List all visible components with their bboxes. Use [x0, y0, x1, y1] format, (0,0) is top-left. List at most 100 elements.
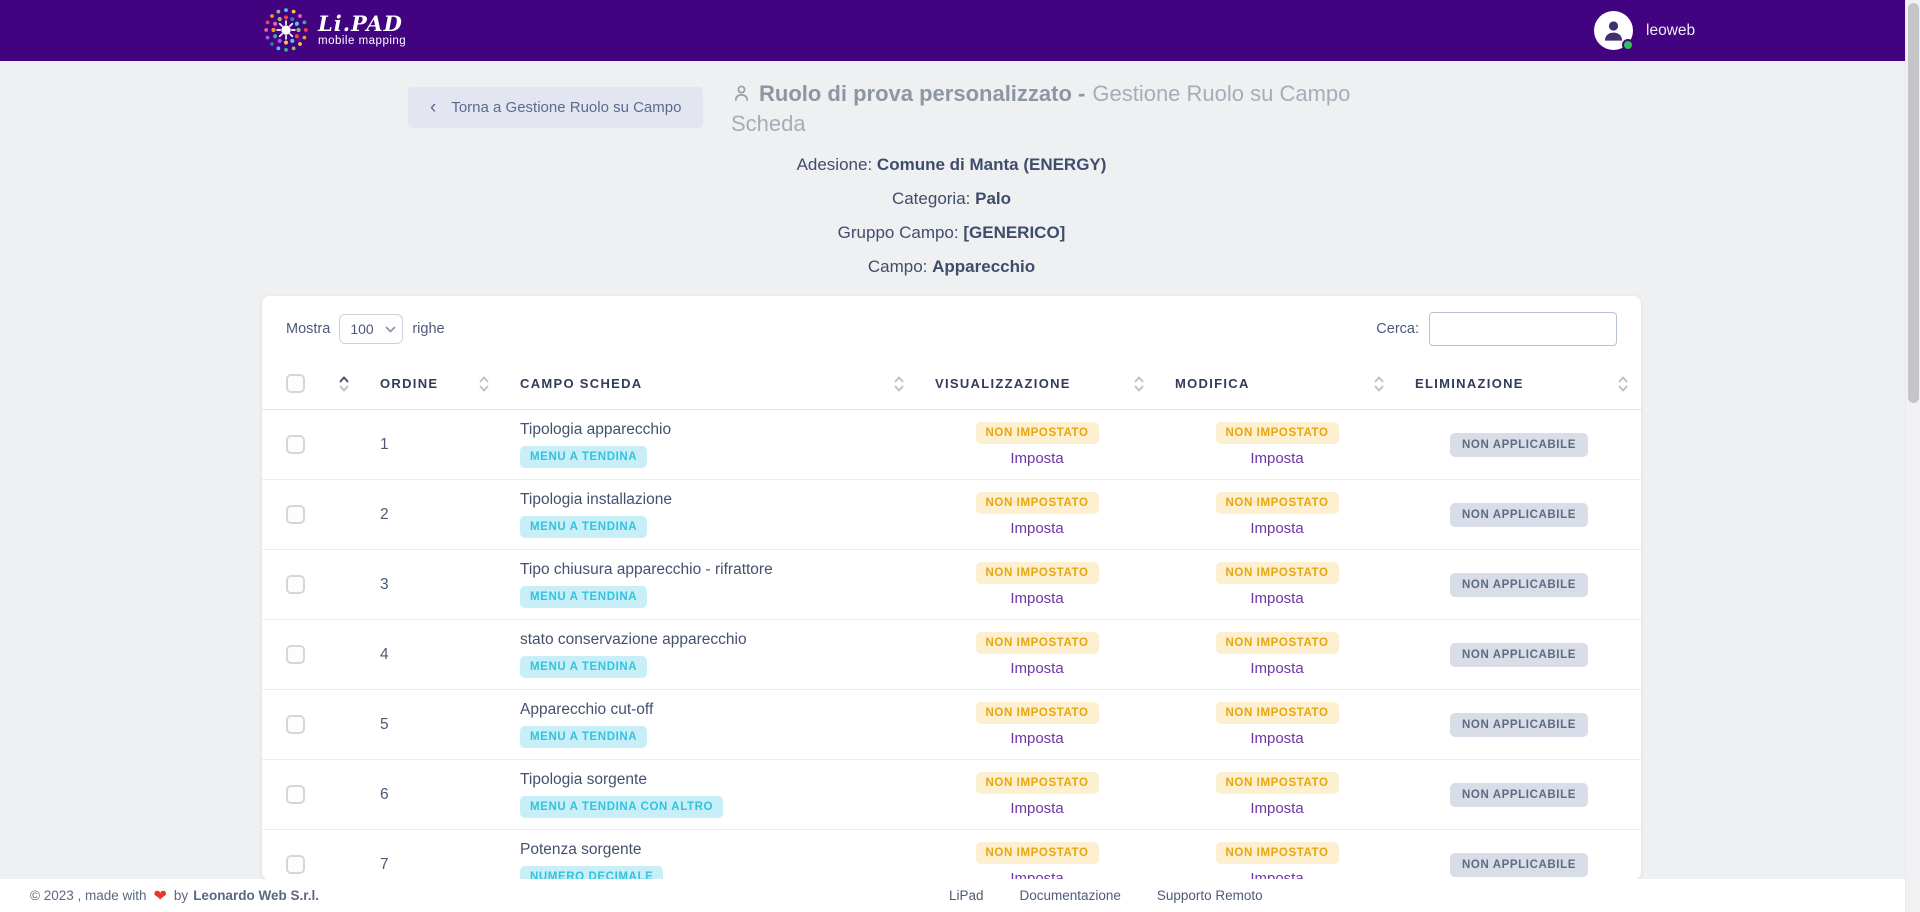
modifica-imposta-link[interactable]: Imposta	[1250, 590, 1303, 607]
row-field-name: stato conservazione apparecchio	[520, 631, 747, 649]
by-label: by	[174, 888, 188, 903]
modifica-imposta-link[interactable]: Imposta	[1250, 450, 1303, 467]
eliminazione-status-badge: NON APPLICABILE	[1450, 643, 1588, 667]
footer-link-supporto-remoto[interactable]: Supporto Remoto	[1157, 888, 1263, 903]
page-title-strong: Ruolo di prova personalizzato -	[759, 81, 1085, 106]
row-checkbox[interactable]	[286, 435, 305, 454]
show-label: Mostra	[286, 321, 330, 337]
meta-gruppo-campo: Gruppo Campo: [GENERICO]	[0, 223, 1903, 243]
sort-control[interactable]	[1617, 376, 1629, 392]
sort-up-icon	[1617, 376, 1629, 383]
select-all-checkbox[interactable]	[286, 374, 305, 393]
company-name: Leonardo Web S.r.l.	[193, 888, 319, 903]
column-header-campo-scheda: CAMPO SCHEDA	[520, 376, 643, 391]
modifica-status-badge: NON IMPOSTATO	[1216, 422, 1339, 444]
field-type-badge: MENU A TENDINA CON ALTRO	[520, 796, 723, 818]
table-row: 6 Tipologia sorgente MENU A TENDINA CON …	[262, 760, 1641, 830]
meta-adesione: Adesione: Comune di Manta (ENERGY)	[0, 155, 1903, 175]
search-input[interactable]	[1429, 312, 1617, 346]
sort-control[interactable]	[338, 376, 350, 392]
scrollbar-thumb[interactable]	[1908, 3, 1919, 403]
sort-up-icon	[338, 376, 350, 383]
context-info: Adesione: Comune di Manta (ENERGY) Categ…	[0, 155, 1903, 291]
modifica-imposta-link[interactable]: Imposta	[1250, 660, 1303, 677]
table-body: 1 Tipologia apparecchio MENU A TENDINA N…	[262, 410, 1641, 880]
row-field-name: Potenza sorgente	[520, 841, 642, 859]
visualizzazione-status-badge: NON IMPOSTATO	[976, 632, 1099, 654]
table-row: 1 Tipologia apparecchio MENU A TENDINA N…	[262, 410, 1641, 480]
modifica-imposta-link[interactable]: Imposta	[1250, 520, 1303, 537]
back-button[interactable]: ‹ Torna a Gestione Ruolo su Campo	[408, 87, 703, 128]
table-controls: Mostra 100 righe Cerca:	[262, 296, 1641, 358]
column-header-modifica: MODIFICA	[1175, 376, 1250, 391]
logo-subtitle: mobile mapping	[318, 35, 406, 47]
role-person-icon	[731, 83, 752, 104]
copyright: © 2023 , made with ❤ by Leonardo Web S.r…	[30, 879, 319, 912]
logo-starburst-icon	[263, 7, 309, 53]
row-order: 3	[380, 576, 389, 594]
modifica-status-badge: NON IMPOSTATO	[1216, 562, 1339, 584]
rows-label: righe	[412, 321, 444, 337]
app-logo[interactable]: Li.PAD mobile mapping	[263, 7, 406, 53]
sort-control[interactable]	[1373, 376, 1385, 392]
visualizzazione-imposta-link[interactable]: Imposta	[1010, 730, 1063, 747]
footer-link-lipad[interactable]: LiPad	[949, 888, 984, 903]
row-checkbox[interactable]	[286, 505, 305, 524]
meta-categoria: Categoria: Palo	[0, 189, 1903, 209]
visualizzazione-imposta-link[interactable]: Imposta	[1010, 800, 1063, 817]
modifica-status-badge: NON IMPOSTATO	[1216, 632, 1339, 654]
online-status-dot	[1622, 39, 1634, 51]
field-type-badge: MENU A TENDINA	[520, 446, 647, 468]
row-checkbox[interactable]	[286, 715, 305, 734]
visualizzazione-imposta-link[interactable]: Imposta	[1010, 660, 1063, 677]
row-order: 2	[380, 506, 389, 524]
sort-up-icon	[478, 376, 490, 383]
eliminazione-status-badge: NON APPLICABILE	[1450, 853, 1588, 877]
modifica-imposta-link[interactable]: Imposta	[1250, 730, 1303, 747]
field-type-badge: MENU A TENDINA	[520, 656, 647, 678]
column-header-visualizzazione: VISUALIZZAZIONE	[935, 376, 1071, 391]
row-checkbox[interactable]	[286, 575, 305, 594]
row-order: 1	[380, 436, 389, 454]
heart-icon: ❤	[154, 886, 167, 906]
row-field-name: Tipologia installazione	[520, 491, 672, 509]
row-field-name: Tipo chiusura apparecchio - rifrattore	[520, 561, 773, 579]
sort-down-icon	[338, 385, 350, 392]
visualizzazione-status-badge: NON IMPOSTATO	[976, 842, 1099, 864]
row-checkbox[interactable]	[286, 645, 305, 664]
sort-control[interactable]	[1133, 376, 1145, 392]
row-field-name: Apparecchio cut-off	[520, 701, 653, 719]
sort-down-icon	[1373, 385, 1385, 392]
visualizzazione-status-badge: NON IMPOSTATO	[976, 562, 1099, 584]
visualizzazione-status-badge: NON IMPOSTATO	[976, 702, 1099, 724]
row-checkbox[interactable]	[286, 785, 305, 804]
modifica-imposta-link[interactable]: Imposta	[1250, 800, 1303, 817]
app-header: Li.PAD mobile mapping leoweb	[0, 0, 1920, 61]
visualizzazione-imposta-link[interactable]: Imposta	[1010, 520, 1063, 537]
row-order: 7	[380, 856, 389, 874]
page-size-select[interactable]: 100	[339, 314, 403, 344]
eliminazione-status-badge: NON APPLICABILE	[1450, 503, 1588, 527]
row-checkbox[interactable]	[286, 855, 305, 874]
search-control: Cerca:	[1376, 312, 1617, 346]
footer-link-documentazione[interactable]: Documentazione	[1020, 888, 1121, 903]
visualizzazione-imposta-link[interactable]: Imposta	[1010, 590, 1063, 607]
chevron-left-icon: ‹	[430, 98, 436, 117]
column-header-ordine: ORDINE	[380, 376, 438, 391]
visualizzazione-imposta-link[interactable]: Imposta	[1010, 450, 1063, 467]
table-row: 4 stato conservazione apparecchio MENU A…	[262, 620, 1641, 690]
sort-down-icon	[893, 385, 905, 392]
user-name: leoweb	[1646, 22, 1695, 40]
row-order: 6	[380, 786, 389, 804]
table-row: 3 Tipo chiusura apparecchio - rifrattore…	[262, 550, 1641, 620]
user-menu[interactable]: leoweb	[1594, 11, 1695, 50]
eliminazione-status-badge: NON APPLICABILE	[1450, 433, 1588, 457]
sort-down-icon	[1133, 385, 1145, 392]
sort-control[interactable]	[893, 376, 905, 392]
visualizzazione-status-badge: NON IMPOSTATO	[976, 492, 1099, 514]
footer-nav: LiPad Documentazione Supporto Remoto	[949, 879, 1263, 912]
field-type-badge: MENU A TENDINA	[520, 516, 647, 538]
eliminazione-status-badge: NON APPLICABILE	[1450, 713, 1588, 737]
sort-control[interactable]	[478, 376, 490, 392]
field-type-badge: NUMERO DECIMALE	[520, 866, 663, 880]
